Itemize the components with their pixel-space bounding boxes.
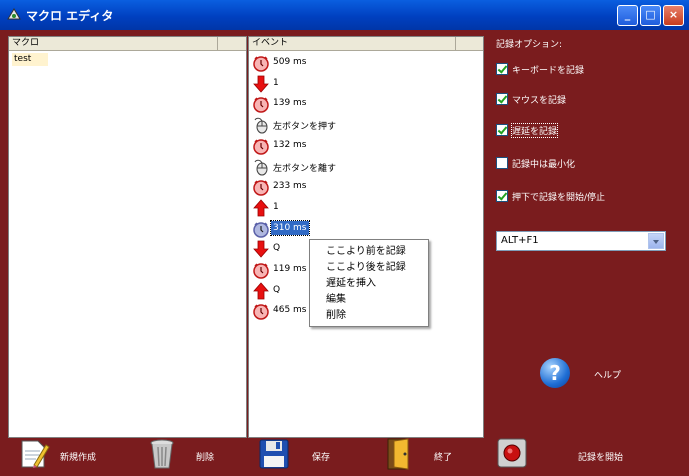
maximize-icon: □ (645, 8, 656, 21)
timer-icon (253, 304, 269, 321)
checkbox[interactable] (496, 124, 508, 136)
help-icon[interactable]: ? (540, 358, 570, 388)
mouse-icon (254, 117, 268, 134)
checkbox-label[interactable]: 記録中は最小化 (512, 157, 575, 170)
arrow-up-icon (253, 282, 269, 300)
menu-item-record-before[interactable]: ここより前を記録 (326, 242, 406, 257)
options-title: 記録オプション: (496, 40, 563, 50)
checkbox[interactable] (496, 190, 508, 202)
timer-icon (253, 221, 269, 238)
menu-item-delete[interactable]: 削除 (326, 306, 346, 321)
app-icon (7, 8, 21, 20)
chevron-down-icon[interactable] (648, 233, 664, 249)
hotkey-value: ALT+F1 (501, 235, 539, 246)
exit-label: 終了 (434, 453, 453, 463)
event-text: 1 (273, 201, 279, 212)
minimize-icon: _ (624, 8, 631, 21)
minimize-button[interactable]: _ (617, 5, 638, 26)
timer-icon (253, 180, 269, 196)
menu-item-record-after[interactable]: ここより後を記録 (326, 258, 406, 273)
event-text: Q (273, 284, 281, 295)
event-text: 左ボタンを離す (273, 163, 337, 174)
mouse-icon (254, 159, 268, 175)
event-row[interactable]: 509 ms (252, 53, 472, 73)
event-row[interactable]: 139 ms (252, 94, 472, 114)
checkbox[interactable] (496, 157, 508, 169)
floppy-disk-icon (259, 439, 289, 469)
macro-list[interactable]: マクロ test (8, 36, 247, 438)
record-delay-option[interactable]: 遅延を記録 (496, 123, 676, 138)
event-column-header[interactable]: イベント (249, 37, 455, 51)
context-menu: ここより前を記録 ここより後を記録 遅延を挿入 編集 削除 (309, 239, 429, 327)
checkbox-label[interactable]: マウスを記録 (512, 93, 566, 106)
window-title: マクロ エディタ (26, 9, 114, 23)
save-label: 保存 (312, 453, 331, 463)
event-row[interactable]: 左ボタンを離す (252, 157, 472, 177)
record-mouse-option[interactable]: マウスを記録 (496, 93, 676, 107)
checkbox-label[interactable]: 遅延を記録 (510, 123, 559, 138)
checkbox[interactable] (496, 93, 508, 105)
event-row[interactable]: 233 ms (252, 177, 472, 197)
exit-door-icon (387, 438, 409, 470)
toggle-on-press-option[interactable]: 押下で記録を開始/停止 (496, 190, 676, 204)
title-bar[interactable]: マクロ エディタ _ □ × (0, 0, 689, 30)
maximize-button[interactable]: □ (640, 5, 661, 26)
delete-button[interactable]: 削除 (146, 437, 226, 473)
event-text: Q (273, 243, 281, 254)
timer-icon (253, 263, 269, 279)
checkbox-label[interactable]: キーボードを記録 (512, 63, 584, 76)
checkbox-label[interactable]: 押下で記録を開始/停止 (512, 190, 605, 203)
save-button[interactable]: 保存 (258, 437, 338, 473)
start-record-label: 記録を開始 (578, 453, 624, 463)
new-button[interactable]: 新規作成 (18, 437, 108, 473)
event-row[interactable]: 310 ms (252, 219, 472, 239)
event-column-header-spacer (455, 37, 483, 51)
event-row[interactable]: 1 (252, 198, 472, 218)
event-row[interactable]: 左ボタンを押す (252, 115, 472, 135)
event-row[interactable]: 132 ms (252, 136, 472, 156)
event-text: 233 ms (273, 181, 307, 192)
timer-icon (253, 139, 269, 155)
help-label[interactable]: ヘルプ (594, 368, 621, 381)
arrow-down-icon (253, 75, 269, 93)
macro-editor-window: マクロ エディタ _ □ × マクロ test イベント 509 ms 1 139 … (0, 0, 689, 476)
event-text: 465 ms (273, 305, 307, 316)
trash-icon (150, 439, 174, 469)
event-text: 139 ms (273, 98, 307, 109)
event-text: 132 ms (273, 139, 307, 150)
timer-icon (253, 56, 269, 72)
event-text: 310 ms (270, 219, 310, 236)
menu-item-insert-delay[interactable]: 遅延を挿入 (326, 274, 376, 289)
event-text: 左ボタンを押す (273, 122, 337, 133)
menu-item-edit[interactable]: 編集 (326, 290, 346, 305)
arrow-down-icon (253, 240, 269, 258)
close-icon: × (668, 8, 679, 21)
delete-label: 削除 (196, 453, 215, 463)
record-keyboard-option[interactable]: キーボードを記録 (496, 63, 676, 77)
event-text: 509 ms (273, 57, 307, 67)
arrow-up-icon (253, 199, 269, 217)
timer-icon (253, 97, 269, 114)
record-icon (497, 438, 527, 468)
exit-button[interactable]: 終了 (384, 437, 464, 473)
event-list[interactable]: イベント 509 ms 1 139 ms 左ボタンを押す 132 ms 左ボタンを離す 23… (248, 36, 484, 438)
new-document-icon (21, 440, 50, 468)
new-label: 新規作成 (60, 453, 97, 463)
hotkey-select[interactable]: ALT+F1 (496, 231, 666, 251)
event-row[interactable]: 1 (252, 74, 472, 94)
macro-column-header[interactable]: マクロ (9, 37, 217, 51)
checkbox[interactable] (496, 63, 508, 75)
macro-column-header-spacer (217, 37, 246, 51)
start-record-button[interactable]: 記録を開始 (496, 437, 636, 473)
macro-list-item[interactable]: test (12, 53, 48, 66)
event-text: 119 ms (273, 264, 307, 274)
event-text: 1 (273, 77, 279, 88)
minimize-while-recording-option[interactable]: 記録中は最小化 (496, 157, 676, 171)
close-button[interactable]: × (663, 5, 684, 26)
